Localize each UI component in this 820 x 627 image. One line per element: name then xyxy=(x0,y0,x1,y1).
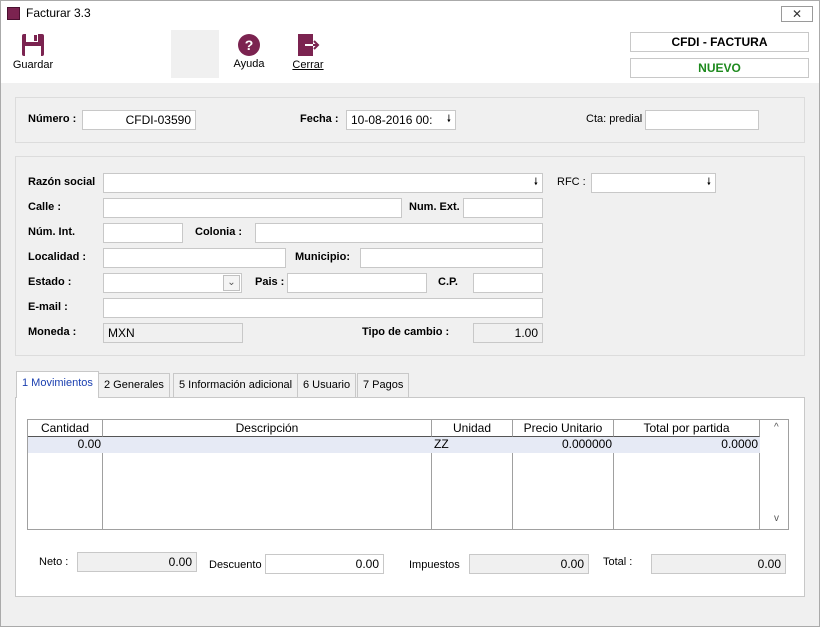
cell-cantidad[interactable]: 0.00 xyxy=(28,437,103,453)
calle-label: Calle : xyxy=(28,201,62,213)
tipo-cambio-field[interactable]: 1.00 xyxy=(473,323,543,343)
descuento-label: Descuento xyxy=(209,559,262,571)
tab-generales[interactable]: 2 Generales xyxy=(98,373,170,397)
descuento-field[interactable]: 0.00 xyxy=(265,554,384,574)
moneda-label: Moneda : xyxy=(28,326,77,338)
email-field[interactable] xyxy=(103,298,543,318)
num-ext-label: Num. Ext. xyxy=(409,201,460,213)
total-field: 0.00 xyxy=(651,554,786,574)
tab-usuario[interactable]: 6 Usuario xyxy=(297,373,357,397)
cell-precio-unitario[interactable]: 0.000000 xyxy=(513,437,614,453)
email-label: E-mail : xyxy=(28,301,68,313)
municipio-label: Municipio: xyxy=(295,251,350,263)
guardar-label: Guardar xyxy=(12,59,54,71)
column-header-total-partida[interactable]: Total por partida xyxy=(614,420,760,437)
fecha-picker[interactable]: 10-08-2016 00: 🠗 xyxy=(346,110,456,130)
cta-predial-field[interactable] xyxy=(645,110,759,130)
status-badge: NUEVO xyxy=(630,58,809,78)
municipio-field[interactable] xyxy=(360,248,543,268)
fecha-label: Fecha : xyxy=(300,113,339,125)
dropdown-arrow-icon[interactable]: 🠗 xyxy=(534,174,538,192)
colonia-field[interactable] xyxy=(255,223,543,243)
dropdown-arrow-icon[interactable]: 🠗 xyxy=(707,174,711,192)
ayuda-button[interactable]: ? Ayuda xyxy=(229,33,269,70)
estado-select[interactable]: ⌄ xyxy=(103,273,242,293)
cell-total-partida[interactable]: 0.0000 xyxy=(614,437,760,453)
tab-movimientos[interactable]: 1 Movimientos xyxy=(16,371,99,398)
blank-toolbar-button[interactable] xyxy=(171,30,219,78)
guardar-button[interactable]: Guardar xyxy=(10,33,56,71)
chevron-down-icon[interactable]: ⌄ xyxy=(223,275,240,291)
cta-predial-label: Cta: predial : xyxy=(586,113,649,125)
num-ext-field[interactable] xyxy=(463,198,543,218)
cp-label: C.P. xyxy=(438,276,458,288)
moneda-field[interactable]: MXN xyxy=(103,323,243,343)
title-bar xyxy=(0,0,820,27)
save-icon xyxy=(22,34,44,56)
cerrar-label: Cerrar xyxy=(292,59,324,71)
localidad-label: Localidad : xyxy=(28,251,87,263)
window-title: Facturar 3.3 xyxy=(26,6,91,20)
neto-label: Neto : xyxy=(39,556,69,568)
num-int-label: Núm. Int. xyxy=(28,226,76,238)
column-header-cantidad[interactable]: Cantidad xyxy=(28,420,103,437)
localidad-field[interactable] xyxy=(103,248,286,268)
dropdown-arrow-icon[interactable]: 🠗 xyxy=(447,111,451,129)
colonia-label: Colonia : xyxy=(195,226,243,238)
help-icon: ? xyxy=(238,34,260,56)
tab-informacion-adicional[interactable]: 5 Información adicional xyxy=(173,373,299,397)
pais-field[interactable] xyxy=(287,273,427,293)
cell-descripcion[interactable] xyxy=(103,437,432,453)
column-header-descripcion[interactable]: Descripción xyxy=(103,420,432,437)
numero-field[interactable]: CFDI-03590 xyxy=(82,110,196,130)
cerrar-button[interactable]: Cerrar xyxy=(288,33,328,71)
rfc-combo[interactable]: 🠗 xyxy=(591,173,716,193)
ayuda-label: Ayuda xyxy=(233,58,265,70)
estado-label: Estado : xyxy=(28,276,72,288)
grid-vertical-scrollbar[interactable]: ^ v xyxy=(771,420,788,529)
exit-icon xyxy=(298,34,320,56)
tab-pagos[interactable]: 7 Pagos xyxy=(357,373,410,397)
rfc-label: RFC : xyxy=(557,176,586,188)
app-icon xyxy=(7,7,20,20)
close-window-button[interactable]: ✕ xyxy=(781,6,813,22)
neto-field: 0.00 xyxy=(77,552,197,572)
razon-social-label: Razón social xyxy=(28,176,96,188)
impuestos-label: Impuestos xyxy=(409,559,460,571)
column-header-unidad[interactable]: Unidad xyxy=(432,420,513,437)
calle-field[interactable] xyxy=(103,198,402,218)
impuestos-field: 0.00 xyxy=(469,554,589,574)
razon-social-combo[interactable]: 🠗 xyxy=(103,173,543,193)
scroll-up-icon[interactable]: ^ xyxy=(774,422,779,433)
tipo-cambio-label: Tipo de cambio : xyxy=(362,326,450,338)
numero-label: Número : xyxy=(28,113,77,125)
cp-field[interactable] xyxy=(473,273,543,293)
column-header-precio-unitario[interactable]: Precio Unitario xyxy=(513,420,614,437)
cell-unidad[interactable]: ZZ xyxy=(432,437,513,453)
scroll-down-icon[interactable]: v xyxy=(774,513,779,524)
total-label: Total : xyxy=(603,556,633,568)
pais-label: Pais : xyxy=(255,276,285,288)
movimientos-grid[interactable]: Cantidad Descripción Unidad Precio Unita… xyxy=(27,419,789,530)
num-int-field[interactable] xyxy=(103,223,183,243)
fecha-value: 10-08-2016 00: xyxy=(351,113,433,127)
document-type-badge: CFDI - FACTURA xyxy=(630,32,809,52)
